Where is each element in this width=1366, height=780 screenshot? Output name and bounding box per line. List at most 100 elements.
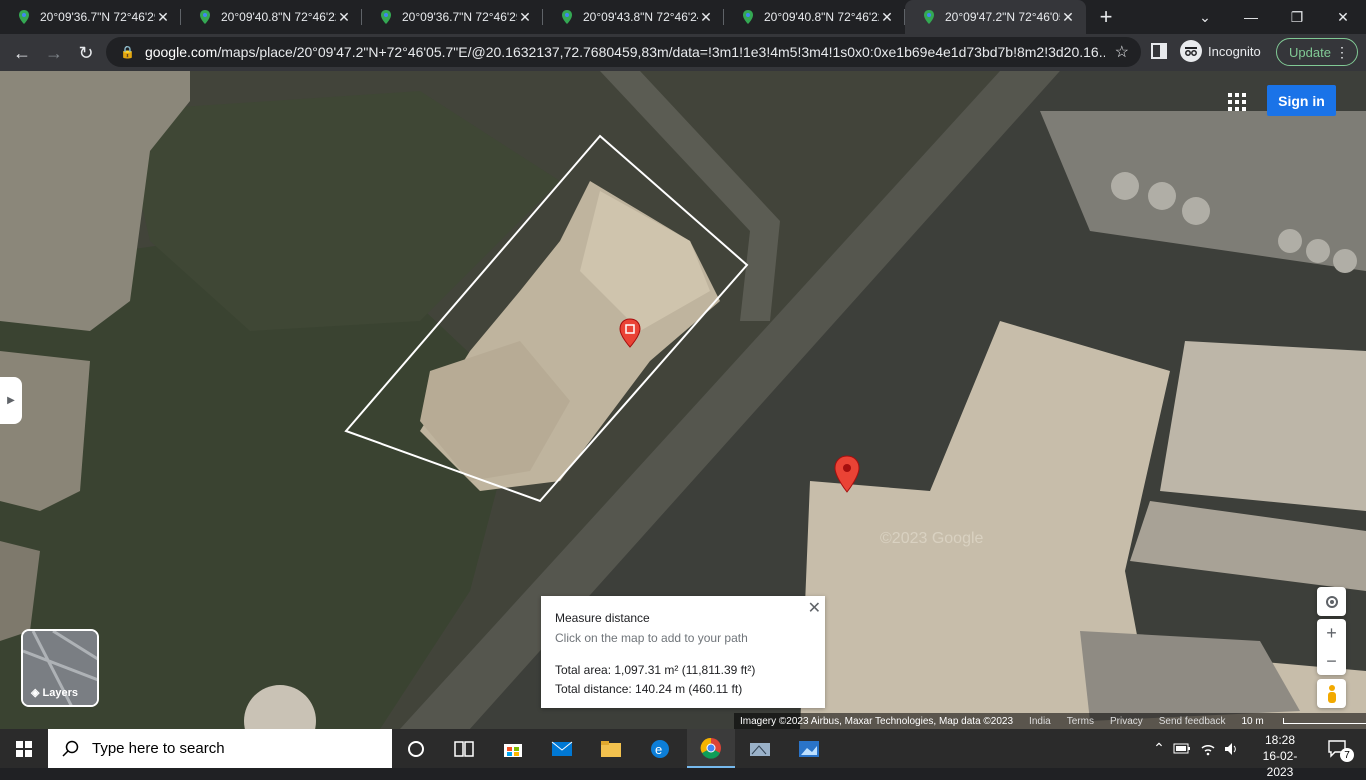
tab-title: 20°09'47.2"N 72°46'05 [945,10,1060,24]
windows-logo-icon [16,741,32,757]
address-bar[interactable]: 🔒 google.com/maps/place/20°09'47.2"N+72°… [106,37,1141,67]
edge-icon[interactable]: e [636,729,684,768]
pegman-icon [1326,684,1338,704]
url-text: google.com/maps/place/20°09'47.2"N+72°46… [145,44,1105,60]
tab-title: 20°09'40.8"N 72°46'22 [764,10,879,24]
snipping-tool-icon[interactable] [736,729,784,768]
maps-pin-icon [18,9,30,25]
scale-bar[interactable]: 10 m [1241,716,1366,727]
photos-icon[interactable] [785,729,833,768]
notification-count-badge: 7 [1340,748,1354,762]
volume-icon[interactable] [1222,729,1242,768]
target-icon [1324,594,1340,610]
tab-title: 20°09'43.8"N 72°46'24 [583,10,698,24]
cortana-icon[interactable] [392,729,440,768]
search-placeholder: Type here to search [92,740,225,757]
microsoft-store-icon[interactable] [489,729,537,768]
country-link[interactable]: India [1029,716,1051,727]
show-hidden-icons[interactable]: ⌃ [1150,729,1168,768]
battery-icon[interactable] [1172,729,1192,768]
tab-close-icon[interactable]: ✕ [1060,9,1076,26]
measure-total-distance: Total distance: 140.24 m (460.11 ft) [555,682,811,696]
send-feedback-link[interactable]: Send feedback [1159,716,1226,727]
pegman-button[interactable] [1317,679,1346,708]
satellite-map[interactable]: ©2023 Google Sign in ▶ ◈ Layers Measure … [0,71,1366,729]
tab-close-icon[interactable]: ✕ [155,9,171,26]
measure-distance-card: Measure distance Click on the map to add… [541,596,825,708]
task-view-icon[interactable] [440,729,488,768]
start-button[interactable] [0,729,48,768]
new-tab-button[interactable]: + [1086,0,1126,34]
mail-icon[interactable] [538,729,586,768]
measure-total-area: Total area: 1,097.31 m² (11,811.39 ft²) [555,663,811,677]
tab-title: 20°09'36.7"N 72°46'29 [402,10,517,24]
sign-in-button[interactable]: Sign in [1267,85,1336,116]
lock-icon: 🔒 [120,45,135,59]
layers-label: ◈ Layers [31,686,78,699]
tab-strip: 20°09'36.7"N 72°46'29✕20°09'40.8"N 72°46… [0,0,1366,34]
tab-title: 20°09'36.7"N 72°46'29 [40,10,155,24]
terms-link[interactable]: Terms [1067,716,1094,727]
update-label: Update [1289,45,1331,60]
imagery-credit: Imagery ©2023 Airbus, Maxar Technologies… [740,716,1013,727]
tab-search-icon[interactable]: ⌄ [1182,0,1228,34]
incognito-label: Incognito [1208,44,1261,59]
browser-tab[interactable]: 20°09'43.8"N 72°46'24✕ [543,0,724,34]
google-apps-icon[interactable] [1228,93,1246,111]
incognito-icon [1180,40,1202,62]
clock-time: 18:28 [1250,732,1310,748]
measure-title: Measure distance [555,611,811,625]
maps-pin-icon [199,9,211,25]
side-panel-icon[interactable] [1150,42,1168,60]
map-attribution-bar: Imagery ©2023 Airbus, Maxar Technologies… [734,713,1366,729]
maps-pin-icon [380,9,392,25]
bookmark-star-icon[interactable]: ☆ [1115,42,1129,62]
svg-text:©2023 Google: ©2023 Google [880,530,984,547]
layers-button[interactable]: ◈ Layers [21,629,99,707]
search-icon [62,740,80,758]
incognito-indicator[interactable]: Incognito [1180,40,1261,62]
back-button[interactable]: ← [7,38,37,68]
system-clock[interactable]: 18:28 16-02-2023 [1250,732,1310,780]
privacy-link[interactable]: Privacy [1110,716,1143,727]
tab-title: 20°09'40.8"N 72°46'22 [221,10,336,24]
place-pin-icon[interactable] [619,318,641,348]
tab-close-icon[interactable]: ✕ [336,9,352,26]
maps-pin-icon [742,9,754,25]
notification-center-button[interactable]: 7 [1318,729,1358,768]
svg-text:e: e [655,742,662,757]
restore-button[interactable]: ❐ [1274,0,1320,34]
browser-tab[interactable]: 20°09'47.2"N 72°46'05✕ [905,0,1086,34]
forward-button[interactable]: → [39,38,69,68]
tab-close-icon[interactable]: ✕ [517,9,533,26]
browser-tab[interactable]: 20°09'40.8"N 72°46'22✕ [181,0,362,34]
browser-tab[interactable]: 20°09'36.7"N 72°46'29✕ [0,0,181,34]
browser-toolbar: ← → ↻ 🔒 google.com/maps/place/20°09'47.2… [0,34,1366,71]
file-explorer-icon[interactable] [587,729,635,768]
tab-close-icon[interactable]: ✕ [698,9,714,26]
zoom-out-button[interactable]: − [1326,647,1337,675]
expand-side-panel-button[interactable]: ▶ [0,377,22,424]
reload-button[interactable]: ↻ [71,38,101,68]
my-location-button[interactable] [1317,587,1346,616]
browser-tab[interactable]: 20°09'40.8"N 72°46'22✕ [724,0,905,34]
update-button[interactable]: Update ⋮ [1276,38,1358,66]
taskbar-search-box[interactable]: Type here to search [48,729,392,768]
close-icon[interactable]: ✕ [808,598,821,618]
measure-hint: Click on the map to add to your path [555,631,811,645]
wifi-icon[interactable] [1198,729,1218,768]
maps-pin-icon [561,9,573,25]
clock-date: 16-02-2023 [1250,748,1310,780]
browser-tab[interactable]: 20°09'36.7"N 72°46'29✕ [362,0,543,34]
more-menu-icon[interactable]: ⋮ [1335,44,1349,61]
scale-line [1283,718,1366,724]
zoom-control: + − [1317,619,1346,675]
chrome-icon[interactable] [687,729,735,768]
close-window-button[interactable]: ✕ [1320,0,1366,34]
location-pin-icon[interactable] [834,455,860,493]
windows-taskbar: Type here to search e ⌃ 18:28 16-02-2023… [0,729,1366,768]
tab-close-icon[interactable]: ✕ [879,9,895,26]
minimize-button[interactable]: — [1228,0,1274,34]
layers-stack-icon: ◈ [31,687,39,699]
zoom-in-button[interactable]: + [1326,619,1337,647]
